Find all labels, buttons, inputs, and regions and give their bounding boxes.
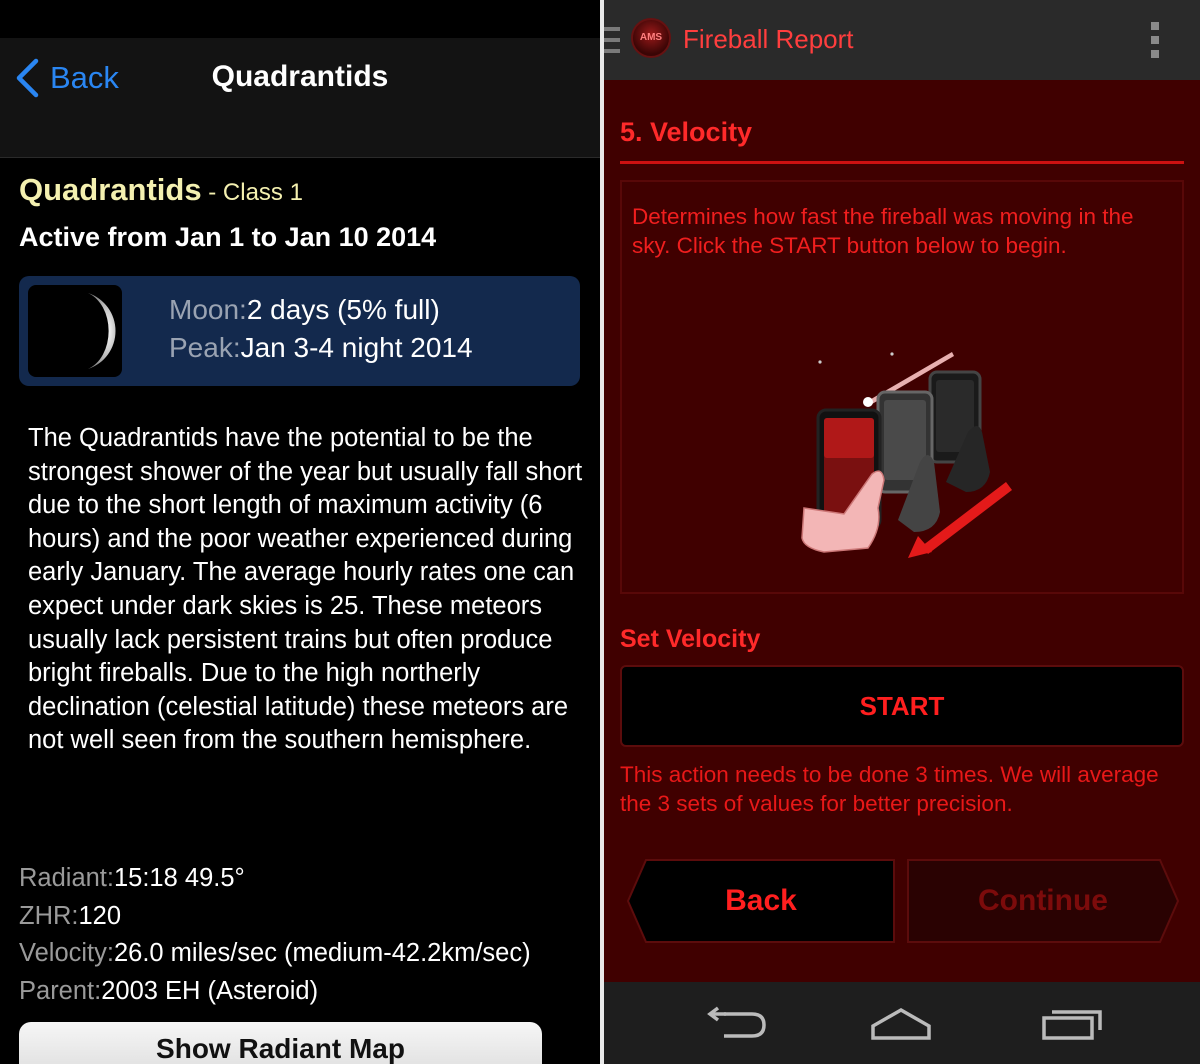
moon-age: Moon:2 days (5% full)	[169, 294, 440, 326]
overflow-menu-icon[interactable]	[1147, 20, 1163, 60]
phone-tracking-illustration-icon	[801, 352, 1012, 558]
ios-panel: Back Quadrantids Quadrantids - Class 1 A…	[0, 0, 600, 1064]
app-title: Fireball Report	[683, 24, 854, 54]
drawer-menu-icon[interactable]	[604, 27, 620, 53]
report-step-content: 5. Velocity Determines how fast the fire…	[604, 80, 1200, 982]
active-dates: Active from Jan 1 to Jan 10 2014	[19, 222, 437, 252]
home-nav-icon[interactable]	[867, 1004, 937, 1044]
continue-button[interactable]: Continue	[906, 858, 1180, 944]
fact-value: 26.0 miles/sec (medium-42.2km/sec)	[113, 939, 531, 967]
fact-radiant: Radiant:15:18 49.5°	[19, 860, 600, 898]
start-button[interactable]: START	[620, 665, 1184, 747]
peak-key: Peak:	[169, 332, 241, 363]
shower-name: Quadrantids	[19, 172, 202, 207]
shower-facts: Radiant:15:18 49.5° ZHR:120 Velocity:26.…	[19, 860, 600, 1010]
repeat-note: This action needs to be done 3 times. We…	[620, 762, 1159, 816]
moon-key: Moon:	[169, 294, 247, 325]
moon-value: 2 days (5% full)	[246, 294, 440, 325]
step-back-button[interactable]: Back	[626, 858, 896, 944]
back-nav-icon[interactable]	[704, 1004, 774, 1044]
set-velocity-label: Set Velocity	[620, 625, 761, 653]
peak-value: Jan 3-4 night 2014	[240, 332, 473, 363]
step-back-label: Back	[725, 884, 797, 917]
velocity-instructions: Determines how fast the fireball was mov…	[632, 204, 1134, 258]
fact-value: 15:18 49.5°	[113, 864, 245, 892]
action-bar: AMS Fireball Report	[604, 0, 1200, 80]
fact-key: Radiant:	[19, 864, 114, 892]
fact-parent: Parent:2003 EH (Asteroid)	[19, 973, 600, 1011]
shower-description: The Quadrantids have the potential to be…	[28, 424, 583, 755]
show-radiant-map-button[interactable]: Show Radiant Map	[19, 1022, 542, 1064]
system-navigation-bar	[604, 982, 1200, 1064]
recents-nav-icon[interactable]	[1038, 1004, 1108, 1044]
velocity-info-box: Determines how fast the fireball was mov…	[620, 180, 1184, 594]
moon-phase-icon	[28, 285, 122, 377]
shower-class: - Class 1	[201, 179, 303, 206]
step-title-divider	[620, 161, 1184, 164]
moon-card: Moon:2 days (5% full) Peak:Jan 3-4 night…	[19, 276, 580, 386]
fact-velocity: Velocity:26.0 miles/sec (medium-42.2km/s…	[19, 935, 600, 973]
fact-zhr: ZHR:120	[19, 898, 600, 936]
status-bar	[0, 0, 600, 38]
page-title-text: Quadrantids	[211, 60, 389, 93]
step-title: 5. Velocity	[620, 117, 753, 147]
navigation-bar	[0, 38, 600, 158]
continue-label: Continue	[978, 884, 1108, 917]
android-panel: AMS Fireball Report 5. Velocity Determin…	[604, 0, 1200, 1064]
fact-key: Parent:	[19, 976, 102, 1005]
fact-key: Velocity:	[19, 939, 114, 967]
fact-value: 120	[78, 901, 122, 930]
peak-date: Peak:Jan 3-4 night 2014	[169, 332, 473, 364]
fact-key: ZHR:	[19, 901, 79, 930]
ams-logo: AMS	[631, 18, 671, 58]
shower-heading: Quadrantids - Class 1	[19, 172, 303, 208]
page-title: Quadrantids	[0, 60, 600, 94]
fact-value: 2003 EH (Asteroid)	[101, 976, 319, 1005]
